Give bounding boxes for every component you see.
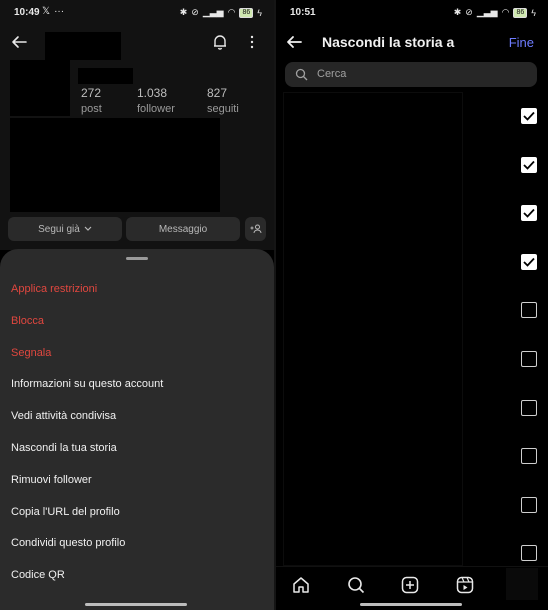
checkmark-icon [523,160,535,170]
checkbox-unchecked[interactable] [521,302,537,319]
bell-icon[interactable] [211,33,229,51]
menu-item[interactable]: Informazioni su questo account [11,378,163,390]
checkbox-unchecked[interactable] [521,545,537,562]
reels-icon[interactable] [456,576,474,594]
menu-item[interactable]: Applica restrizioni [11,283,97,295]
stat-following-label: seguiti [207,103,239,115]
home-indicator [85,603,187,606]
status-bar: 10:49 𝕏 ··· ✱ ⊘ ▁▃▅ ◠ 86 ϟ [0,0,274,26]
mute-icon: ⊘ [191,7,199,17]
following-button-label: Segui già [38,223,80,235]
followers-list-redacted [283,92,463,566]
message-button[interactable]: Messaggio [126,217,240,241]
menu-item[interactable]: Rimuovi follower [11,474,92,486]
home-icon[interactable] [292,576,310,594]
menu-item[interactable]: Vedi attività condivisa [11,410,116,422]
status-bar: 10:51 ✱ ⊘ ▁▃▅ ◠ 86 ϟ [276,0,548,26]
status-time: 10:49 [14,7,40,18]
charging-icon: ϟ [531,7,536,18]
charging-icon: ϟ [257,7,262,18]
menu-item[interactable]: Nascondi la tua storia [11,442,117,454]
bluetooth-icon: ✱ [179,7,188,17]
system-icons: ✱ ⊘ ▁▃▅ ◠ 86 ϟ [180,7,262,18]
options-sheet: Applica restrizioni Blocca Segnala Informaz… [0,249,274,610]
signal-icon: ▁▃▅ [476,7,498,17]
display-name-redacted [78,68,133,84]
menu-item[interactable]: Blocca [11,315,44,327]
status-time: 10:51 [290,7,316,18]
checkbox-unchecked[interactable] [521,399,537,416]
page-title: Nascondi la storia a [322,34,455,50]
hide-story-screen: 10:51 ✱ ⊘ ▁▃▅ ◠ 86 ϟ Nascondi la storia … [276,0,548,610]
suggest-people-button[interactable] [245,217,266,241]
system-icons: ✱ ⊘ ▁▃▅ ◠ 86 ϟ [454,7,536,18]
username-redacted [45,32,121,60]
wifi-icon: ◠ [227,7,236,17]
stat-posts-label: post [81,103,102,115]
stat-following-value: 827 [207,86,228,100]
profile-avatar[interactable] [506,568,538,600]
stat-following[interactable]: 827 seguiti [207,86,239,115]
kebab-icon[interactable] [246,35,258,49]
home-indicator [360,603,462,606]
chevron-down-icon [84,226,92,231]
stat-posts[interactable]: 272 post [81,86,102,115]
wifi-icon: ◠ [501,7,510,17]
battery-icon: 86 [513,7,528,18]
done-button[interactable]: Fine [509,35,534,50]
checkbox-checked[interactable] [521,108,537,124]
search-placeholder: Cerca [317,68,347,80]
stat-followers-label: follower [137,103,175,115]
search-icon [295,68,308,81]
following-button[interactable]: Segui già [8,217,122,241]
checkbox-unchecked[interactable] [521,448,537,465]
checkmark-icon [523,257,535,267]
signal-icon: ▁▃▅ [202,7,224,17]
menu-item[interactable]: Codice QR [11,569,65,581]
search-icon[interactable] [347,576,365,594]
checkbox-unchecked[interactable] [521,496,537,513]
profile-screen: 10:49 𝕏 ··· ✱ ⊘ ▁▃▅ ◠ 86 ϟ 272 post 1.03… [0,0,274,610]
stat-posts-value: 272 [81,86,102,100]
bio-redacted [10,118,220,212]
avatar[interactable] [10,60,70,116]
checkbox-checked[interactable] [521,205,537,222]
checkmark-icon [523,111,535,121]
menu-item[interactable]: Segnala [11,347,51,359]
checkbox-checked[interactable] [521,253,537,270]
message-button-label: Messaggio [158,223,208,235]
stat-followers-value: 1.038 [137,86,168,100]
mute-icon: ⊘ [465,7,473,17]
checkbox-unchecked[interactable] [521,351,537,367]
x-app-icon: 𝕏 [42,6,51,17]
battery-icon: 86 [239,7,254,18]
stat-followers[interactable]: 1.038 follower [137,86,175,115]
back-arrow-icon[interactable] [10,33,28,51]
checkmark-icon [523,209,535,218]
notification-icons: 𝕏 ··· [42,6,64,17]
more-notifications-icon: ··· [54,6,65,17]
search-input[interactable]: Cerca [285,62,537,87]
plus-square-icon[interactable] [401,576,419,594]
checkbox-checked[interactable] [521,156,537,173]
menu-item[interactable]: Copia l'URL del profilo [11,506,120,518]
add-person-icon [250,224,261,234]
bluetooth-icon: ✱ [453,7,462,17]
sheet-handle[interactable] [126,257,148,260]
menu-item[interactable]: Condividi questo profilo [11,537,125,549]
back-arrow-icon[interactable] [285,33,303,51]
